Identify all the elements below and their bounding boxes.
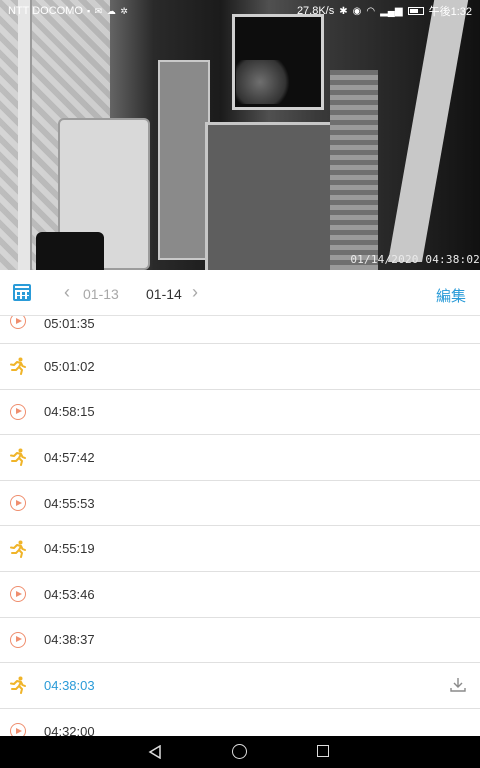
motion-running-icon — [9, 676, 27, 695]
event-list[interactable]: 05:01:35 05:01:02 04:58:15 04:57:42 04:55:53… — [0, 316, 480, 736]
video-plant — [236, 60, 296, 104]
download-icon[interactable] — [450, 677, 466, 693]
network-speed: 27.8K/s — [296, 5, 335, 17]
signal-icon: ▂▄▆ — [380, 5, 403, 17]
calendar-icon[interactable] — [13, 284, 31, 301]
carrier-name: NTT DOCOMO — [8, 5, 83, 17]
video-pillar — [388, 0, 469, 262]
event-row[interactable]: 04:32:00 — [0, 709, 480, 736]
motion-running-icon — [9, 448, 27, 467]
chevron-left-icon[interactable]: ‹ — [64, 282, 70, 303]
event-time: 04:53:46 — [44, 586, 95, 602]
chevron-right-icon[interactable]: › — [192, 282, 198, 303]
motion-running-icon — [9, 357, 27, 376]
clock: 午後1:32 — [428, 6, 472, 18]
play-circle-icon — [9, 585, 27, 603]
event-row[interactable]: 04:58:15 — [0, 390, 480, 436]
event-time: 04:57:42 — [44, 449, 95, 465]
event-time: 04:58:15 — [44, 404, 95, 420]
video-pipe — [18, 0, 32, 270]
motion-running-icon — [9, 540, 27, 558]
play-circle-icon — [9, 631, 27, 649]
home-icon[interactable] — [232, 744, 247, 759]
eye-icon: ◉ — [352, 5, 362, 17]
play-circle-icon — [9, 494, 27, 512]
prev-date-button[interactable]: 01-13 — [83, 286, 119, 302]
status-bar: NTT DOCOMO ▪ ✉ ☁ ✲ 27.8K/s ✱ ◉ ◠ ▂▄▆ 午後1… — [0, 0, 480, 22]
video-timestamp: 01/14/2020 04:38:02 — [350, 253, 480, 266]
play-circle-icon — [9, 722, 27, 736]
event-time: 04:32:00 — [44, 723, 95, 736]
event-time: 05:01:35 — [44, 316, 95, 331]
event-row[interactable]: 05:01:02 — [0, 344, 480, 390]
play-circle-icon — [9, 316, 27, 330]
wifi-icon: ◠ — [366, 5, 376, 17]
video-door — [158, 60, 210, 260]
date-toolbar: ‹ 01-13 01-14 › 編集 — [0, 270, 480, 316]
event-row[interactable]: 04:38:37 — [0, 618, 480, 664]
video-floor — [205, 122, 333, 270]
event-row[interactable]: 04:38:03 — [0, 663, 480, 709]
event-time: 05:01:02 — [44, 358, 95, 374]
event-row[interactable]: 05:01:35 — [0, 316, 480, 344]
event-row[interactable]: 04:55:53 — [0, 481, 480, 527]
event-time: 04:55:53 — [44, 495, 95, 511]
event-row[interactable]: 04:57:42 — [0, 435, 480, 481]
current-date: 01-14 — [146, 286, 182, 302]
event-time: 04:55:19 — [44, 541, 95, 557]
event-time: 04:38:03 — [44, 677, 95, 693]
event-time: 04:38:37 — [44, 632, 95, 648]
event-row[interactable]: 04:55:19 — [0, 526, 480, 572]
video-bin — [36, 232, 104, 270]
bluetooth-icon: ✱ — [339, 5, 348, 17]
notification-icons: ▪ ✉ ☁ ✲ — [86, 5, 129, 16]
battery-icon — [407, 7, 424, 15]
camera-video-view[interactable]: 01/14/2020 04:38:02 NTT DOCOMO ▪ ✉ ☁ ✲ 2… — [0, 0, 480, 270]
video-wall-right — [330, 70, 378, 270]
edit-button[interactable]: 編集 — [436, 285, 466, 306]
recent-apps-icon[interactable] — [317, 745, 329, 757]
play-circle-icon — [9, 403, 27, 421]
back-icon[interactable] — [148, 745, 162, 759]
event-row[interactable]: 04:53:46 — [0, 572, 480, 618]
system-nav-bar — [0, 736, 480, 768]
status-right: 27.8K/s ✱ ◉ ◠ ▂▄▆ 午後1:32 — [297, 3, 472, 19]
